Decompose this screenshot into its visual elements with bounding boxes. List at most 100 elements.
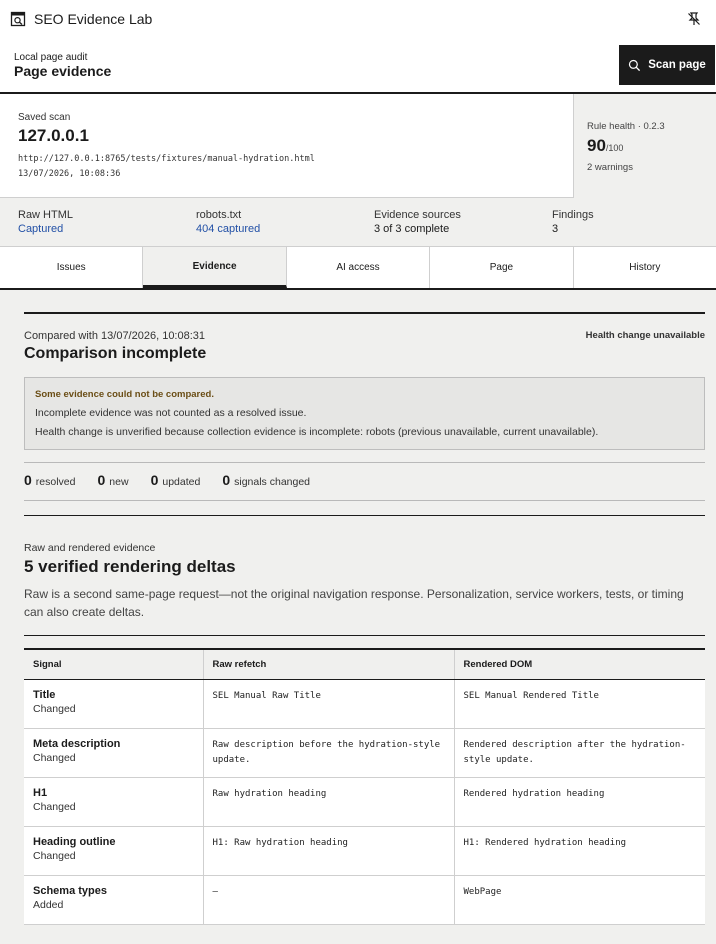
section-divider: [24, 312, 705, 314]
stat-value-link[interactable]: Captured: [18, 223, 73, 235]
health-score-value: 90: [587, 136, 606, 155]
stat-value-link[interactable]: 404 captured: [196, 223, 260, 235]
evidence-content: Compared with 13/07/2026, 10:08:31 Compa…: [0, 290, 716, 944]
count-value: 0: [222, 472, 231, 488]
health-score: 90/100: [587, 136, 623, 156]
page-header: Local page audit Page evidence Scan page: [0, 44, 716, 94]
section-divider: [24, 635, 705, 636]
change-counts: 0 resolved 0 new 0 updated 0 signals changed: [24, 472, 332, 488]
signal-cell: Heading outline Changed: [24, 826, 204, 876]
raw-value: H1: Raw hydration heading: [203, 826, 455, 876]
signal-name: Heading outline: [33, 835, 116, 848]
evidence-stats: Raw HTML Captured robots.txt 404 capture…: [0, 198, 716, 246]
search-icon: [629, 59, 641, 71]
comparison-date: Compared with 13/07/2026, 10:08:31: [24, 330, 206, 342]
stat-evidence-sources: Evidence sources 3 of 3 complete: [374, 209, 461, 235]
count-label: updated: [162, 476, 201, 488]
scan-url: http://127.0.0.1:8765/tests/fixtures/man…: [18, 154, 315, 164]
tab-issues[interactable]: Issues: [0, 247, 144, 288]
count-label: signals changed: [234, 476, 311, 488]
app-title: SEO Evidence Lab: [34, 11, 153, 27]
stat-value: 3 of 3 complete: [374, 223, 450, 235]
stat-label: robots.txt: [196, 209, 242, 221]
raw-value: Raw description before the hydration-sty…: [203, 728, 455, 778]
page-title: Page evidence: [14, 63, 112, 79]
health-change-status: Health change unavailable: [585, 330, 705, 341]
table-row: H1 Changed Raw hydration heading Rendered…: [24, 777, 705, 827]
table-row: Schema types Added — WebPage: [24, 875, 705, 925]
scan-page-label: Scan page: [648, 59, 706, 71]
signal-status: Changed: [33, 702, 76, 715]
unpin-icon[interactable]: [686, 11, 702, 27]
rendering-description: Raw is a second same-page request—not th…: [24, 587, 684, 619]
signal-status: Changed: [33, 849, 76, 862]
table-row: Meta description Changed Raw description …: [24, 728, 705, 778]
count-signals-changed: 0 signals changed: [222, 472, 310, 488]
signal-status: Changed: [33, 751, 76, 764]
raw-value: —: [203, 875, 455, 925]
saved-scan-panel: Saved scan 127.0.0.1 http://127.0.0.1:87…: [0, 94, 716, 198]
incomplete-evidence-alert: Some evidence could not be compared. Inc…: [24, 377, 705, 450]
health-score-suffix: /100: [605, 143, 624, 153]
stat-findings: Findings 3: [552, 209, 594, 235]
section-divider: [24, 515, 705, 516]
signal-cell: H1 Changed: [24, 777, 204, 827]
table-row: Title Changed SEL Manual Raw Title SEL Ma…: [24, 679, 705, 729]
column-header: Raw refetch: [203, 649, 455, 680]
scan-details: Saved scan 127.0.0.1 http://127.0.0.1:87…: [0, 94, 573, 198]
scan-timestamp: 13/07/2026, 10:08:36: [18, 169, 121, 179]
table-header-row: Signal Raw refetch Rendered DOM: [24, 649, 705, 680]
rendering-title: 5 verified rendering deltas: [24, 557, 236, 576]
tab-bar: Issues Evidence AI access Page History: [0, 246, 716, 290]
count-label: resolved: [35, 476, 76, 488]
signal-name: Meta description: [33, 737, 121, 750]
rendered-value: Rendered hydration heading: [454, 777, 705, 827]
rendering-deltas-table: Signal Raw refetch Rendered DOM Title Cha…: [24, 648, 705, 925]
raw-value: Raw hydration heading: [203, 777, 455, 827]
signal-status: Added: [33, 898, 64, 911]
rule-health-label: Rule health · 0.2.3: [587, 121, 665, 132]
signal-cell: Meta description Changed: [24, 728, 204, 778]
column-header: Rendered DOM: [454, 649, 705, 680]
warnings-count: 2 warnings: [587, 162, 633, 173]
column-header: Signal: [24, 649, 204, 680]
saved-scan-label: Saved scan: [18, 112, 71, 123]
signal-name: H1: [33, 786, 48, 799]
count-value: 0: [24, 472, 32, 488]
stat-robots: robots.txt 404 captured: [196, 209, 260, 235]
comparison-title: Comparison incomplete: [24, 345, 207, 362]
divider: [24, 462, 705, 463]
count-updated: 0 updated: [151, 472, 201, 488]
stat-value: 3: [552, 223, 559, 235]
tab-ai-access[interactable]: AI access: [287, 247, 431, 288]
signal-cell: Schema types Added: [24, 875, 204, 925]
rendering-kicker: Raw and rendered evidence: [24, 542, 156, 554]
alert-line: Incomplete evidence was not counted as a…: [35, 407, 307, 419]
stat-label: Raw HTML: [18, 209, 74, 221]
rendered-value: SEL Manual Rendered Title: [454, 679, 705, 729]
tab-evidence[interactable]: Evidence: [143, 247, 287, 288]
count-value: 0: [150, 472, 159, 488]
signal-name: Schema types: [33, 884, 107, 897]
raw-value: SEL Manual Raw Title: [203, 679, 455, 729]
tab-history[interactable]: History: [574, 247, 716, 288]
rendered-value: H1: Rendered hydration heading: [454, 826, 705, 876]
scan-page-button[interactable]: Scan page: [619, 45, 715, 85]
rendered-value: Rendered description after the hydration…: [454, 728, 705, 778]
stat-label: Evidence sources: [374, 209, 461, 221]
alert-title: Some evidence could not be compared.: [35, 389, 214, 400]
rendered-value: WebPage: [454, 875, 705, 925]
signal-cell: Title Changed: [24, 679, 204, 729]
signal-status: Changed: [33, 800, 76, 813]
signal-name: Title: [33, 688, 56, 701]
count-new: 0 new: [98, 472, 129, 488]
tab-page[interactable]: Page: [430, 247, 574, 288]
count-resolved: 0 resolved: [24, 472, 76, 488]
scan-host: 127.0.0.1: [18, 126, 89, 145]
divider: [24, 500, 705, 501]
count-value: 0: [97, 472, 106, 488]
count-label: new: [109, 476, 129, 488]
title-bar: SEO Evidence Lab: [0, 0, 716, 38]
table-row: Heading outline Changed H1: Raw hydration…: [24, 826, 705, 876]
rule-health-panel: Rule health · 0.2.3 90/100 2 warnings: [573, 94, 716, 198]
